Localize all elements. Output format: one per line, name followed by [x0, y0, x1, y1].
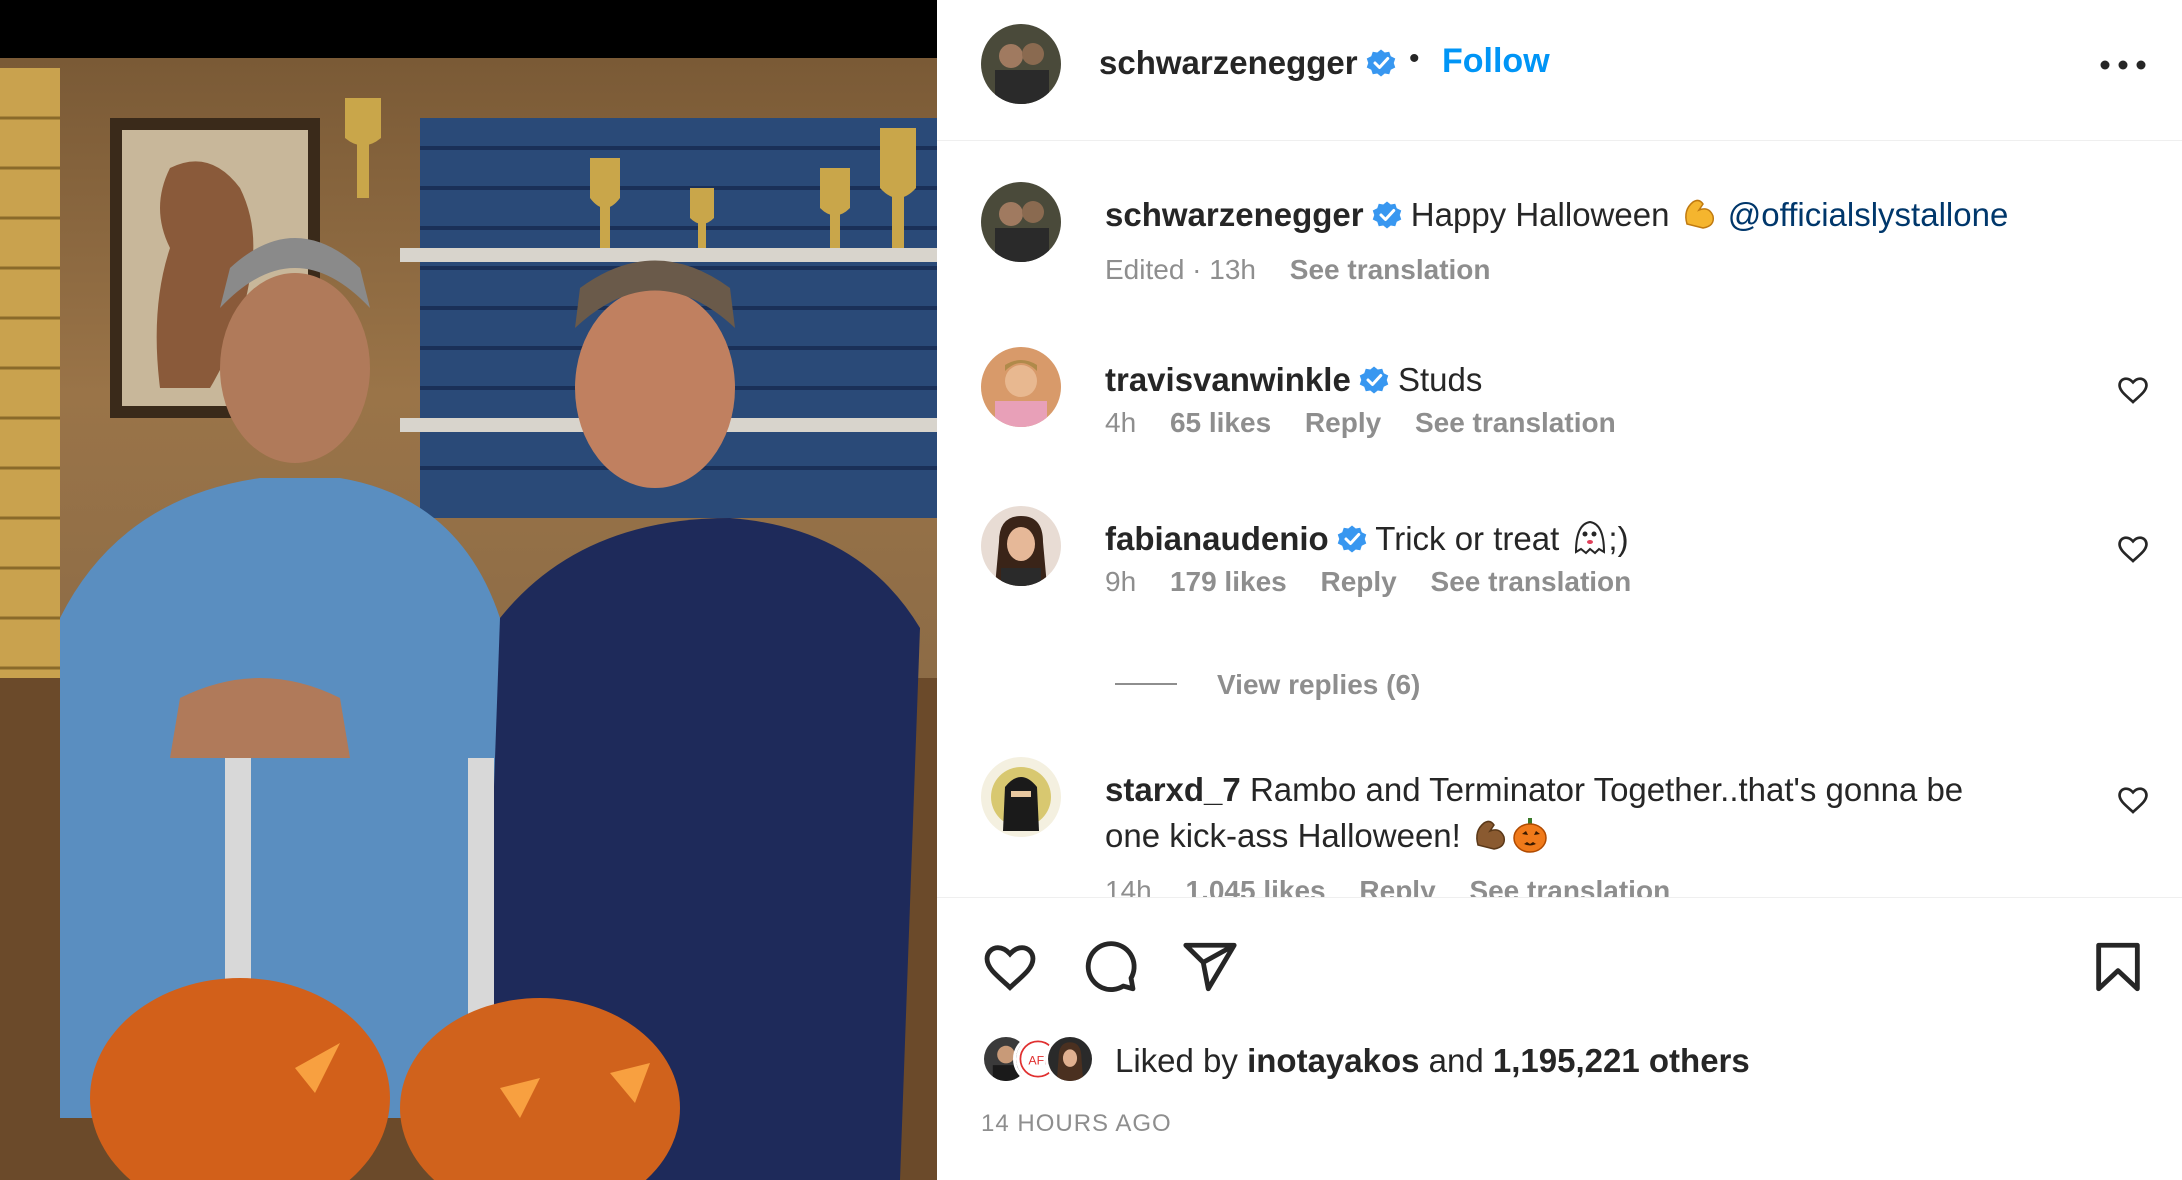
comment-text: Trick or treat — [1375, 520, 1560, 557]
liked-by-text: Liked by inotayakos and 1,195,221 others — [1115, 1042, 1750, 1080]
comment-meta: 14h 1,045 likes Reply See translation — [1105, 875, 1696, 897]
comment-item: fabianaudenio Trick or treat ;) 9h 179 l… — [937, 506, 2182, 616]
photo-illustration — [0, 68, 937, 1180]
liked-by-middle: and — [1428, 1042, 1484, 1079]
comment-time: 9h — [1105, 566, 1137, 597]
header-separator: • — [1409, 42, 1420, 75]
view-replies-label: View replies (6) — [1217, 669, 1421, 700]
comment-suffix: ;) — [1608, 520, 1629, 557]
comment-like-heart-icon[interactable] — [2116, 783, 2150, 817]
comment-like-heart-icon[interactable] — [2116, 532, 2150, 566]
comment-item: travisvanwinkle Studs 4h 65 likes Reply … — [937, 347, 2182, 457]
view-replies-button[interactable]: View replies (6) — [1115, 669, 1420, 701]
comments-list[interactable]: schwarzenegger Happy Halloween @official… — [937, 141, 2182, 897]
caption-avatar[interactable] — [981, 182, 1061, 262]
view-replies-divider — [1115, 683, 1177, 685]
verified-badge-icon — [1359, 365, 1389, 395]
author-username-row: schwarzenegger — [1099, 44, 1396, 82]
verified-badge-icon — [1366, 48, 1396, 78]
comment-likes[interactable]: 1,045 likes — [1186, 875, 1326, 897]
see-translation-link[interactable]: See translation — [1469, 875, 1670, 897]
comment-icon[interactable] — [1081, 938, 1139, 996]
more-horizontal-icon[interactable] — [2093, 48, 2153, 82]
reply-button[interactable]: Reply — [1359, 875, 1435, 897]
jack-o-lantern-icon — [1510, 815, 1550, 855]
comment-likes[interactable]: 179 likes — [1170, 566, 1287, 597]
caption-username[interactable]: schwarzenegger — [1105, 196, 1364, 233]
author-username[interactable]: schwarzenegger — [1099, 44, 1358, 81]
comment-like-heart-icon[interactable] — [2116, 373, 2150, 407]
comment-time: 4h — [1105, 407, 1137, 438]
post-sidebar: schwarzenegger • Follow schwarzenegger H… — [937, 0, 2182, 1180]
liked-by-count[interactable]: 1,195,221 others — [1493, 1042, 1750, 1079]
commenter-avatar[interactable] — [981, 506, 1061, 586]
ghost-icon — [1568, 518, 1608, 558]
comment-meta: 4h 65 likes Reply See translation — [1105, 407, 1642, 439]
post-media — [0, 0, 937, 1180]
post-timestamp[interactable]: 14 HOURS AGO — [981, 1110, 1172, 1138]
caption-body: schwarzenegger Happy Halloween @official… — [1105, 192, 2025, 238]
caption-edited: Edited · 13h — [1105, 254, 1256, 285]
comment-text: Studs — [1397, 361, 1483, 398]
author-avatar[interactable] — [981, 24, 1061, 104]
see-translation-link[interactable]: See translation — [1290, 254, 1491, 285]
see-translation-link[interactable]: See translation — [1415, 407, 1616, 438]
follow-button[interactable]: Follow — [1442, 42, 1550, 81]
comment-item: starxd_7 Rambo and Terminator Together..… — [937, 757, 2182, 897]
bookmark-icon[interactable] — [2089, 938, 2147, 996]
post-photo[interactable] — [0, 58, 937, 1180]
commenter-username[interactable]: travisvanwinkle — [1105, 361, 1351, 398]
heart-icon[interactable] — [981, 938, 1039, 996]
liked-by-user[interactable]: inotayakos — [1247, 1042, 1419, 1079]
liker-avatar — [1045, 1034, 1095, 1084]
verified-badge-icon — [1372, 200, 1402, 230]
see-translation-link[interactable]: See translation — [1431, 566, 1632, 597]
caption-meta: Edited · 13h See translation — [1105, 254, 1517, 286]
reply-button[interactable]: Reply — [1305, 407, 1381, 438]
flexed-biceps-icon — [1679, 194, 1719, 234]
caption-text: Happy Halloween — [1410, 196, 1670, 233]
commenter-avatar[interactable] — [981, 347, 1061, 427]
post-header: schwarzenegger • Follow — [937, 0, 2182, 141]
comment-meta: 9h 179 likes Reply See translation — [1105, 566, 1657, 598]
comment-time: 14h — [1105, 875, 1152, 897]
caption-mention[interactable]: @officialslystallone — [1728, 196, 2009, 233]
comment-body: travisvanwinkle Studs — [1105, 357, 2025, 403]
commenter-username[interactable]: fabianaudenio — [1105, 520, 1329, 557]
caption: schwarzenegger Happy Halloween @official… — [937, 182, 2182, 312]
commenter-username[interactable]: starxd_7 — [1105, 771, 1241, 808]
comment-likes[interactable]: 65 likes — [1170, 407, 1271, 438]
comment-body: fabianaudenio Trick or treat ;) — [1105, 516, 2025, 562]
flexed-biceps-dark-icon — [1470, 815, 1510, 855]
post-actions: AFI Liked by inotayakos and 1,195,221 ot… — [937, 897, 2182, 1180]
verified-badge-icon — [1337, 524, 1367, 554]
reply-button[interactable]: Reply — [1321, 566, 1397, 597]
comment-body: starxd_7 Rambo and Terminator Together..… — [1105, 767, 2025, 859]
share-icon[interactable] — [1181, 938, 1239, 996]
liked-by-prefix: Liked by — [1115, 1042, 1238, 1079]
commenter-avatar[interactable] — [981, 757, 1061, 837]
